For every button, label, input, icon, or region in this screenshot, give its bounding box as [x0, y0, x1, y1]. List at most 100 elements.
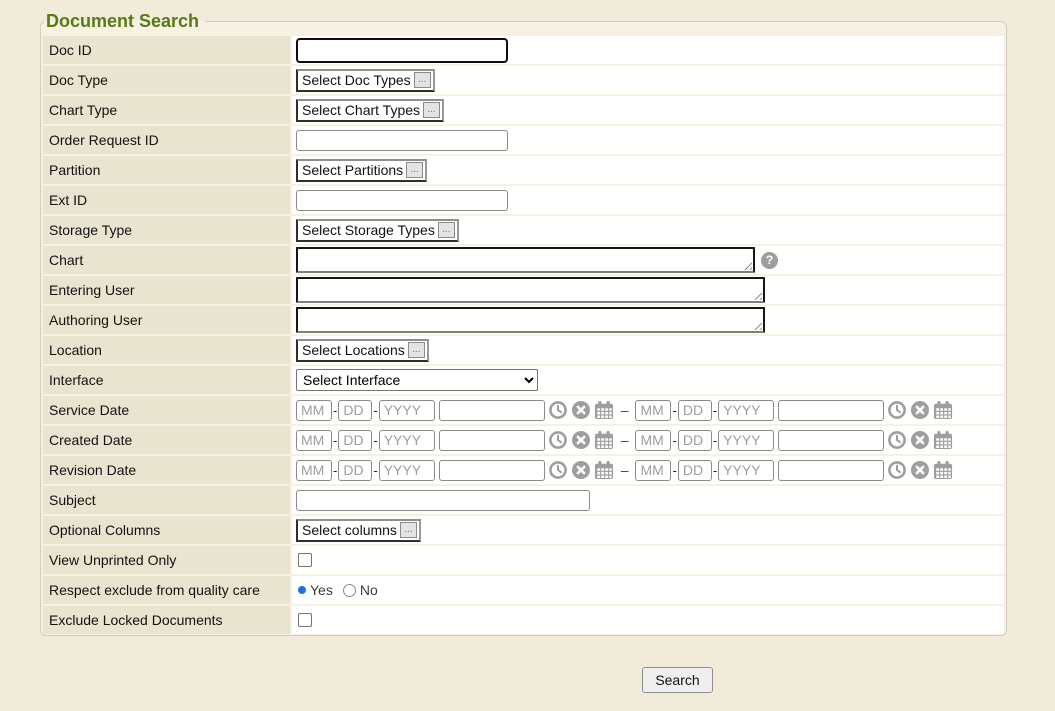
day-input[interactable]	[338, 430, 372, 451]
storage-types-picker[interactable]: Select Storage Types ...	[296, 219, 459, 242]
year-input[interactable]	[379, 460, 435, 481]
exclude-locked-checkbox[interactable]	[298, 613, 312, 627]
calendar-icon[interactable]	[594, 460, 614, 480]
form-row-chart: Chart ?	[43, 246, 1004, 274]
field-label: Revision Date	[43, 456, 290, 484]
month-input[interactable]	[296, 460, 332, 481]
resize-grip-icon[interactable]	[743, 261, 752, 270]
date-field-separator: -	[713, 463, 717, 478]
field-label: Order Request ID	[43, 126, 290, 154]
ellipsis-button[interactable]: ...	[423, 102, 440, 118]
field-label: Doc ID	[43, 36, 290, 64]
columns-picker[interactable]: Select columns ...	[296, 519, 421, 542]
field-label: Interface	[43, 366, 290, 394]
year-input[interactable]	[379, 400, 435, 421]
time-input[interactable]	[439, 460, 545, 481]
clear-icon[interactable]	[571, 430, 591, 450]
year-input[interactable]	[718, 400, 774, 421]
field-label: Respect exclude from quality care	[43, 576, 290, 604]
calendar-icon[interactable]	[594, 400, 614, 420]
doc-types-picker[interactable]: Select Doc Types ...	[296, 69, 435, 92]
chart-textarea[interactable]	[296, 247, 755, 273]
chart-types-picker[interactable]: Select Chart Types ...	[296, 99, 444, 122]
day-input[interactable]	[338, 400, 372, 421]
form-row-authoring-user: Authoring User	[43, 306, 1004, 334]
clear-icon[interactable]	[910, 400, 930, 420]
form-row-order-request-id: Order Request ID	[43, 126, 1004, 154]
resize-grip-icon[interactable]	[753, 291, 762, 300]
locations-picker[interactable]: Select Locations ...	[296, 339, 429, 362]
time-input[interactable]	[778, 460, 884, 481]
time-input[interactable]	[439, 430, 545, 451]
form-row-view-unprinted: View Unprinted Only	[43, 546, 1004, 574]
picker-label: Select Locations	[302, 342, 405, 358]
date-input-group: - -	[635, 460, 953, 481]
calendar-icon[interactable]	[933, 400, 953, 420]
time-input[interactable]	[778, 400, 884, 421]
ellipsis-button[interactable]: ...	[406, 162, 423, 178]
order-request-id-input[interactable]	[296, 130, 508, 151]
quality-care-yes-radio[interactable]	[298, 586, 306, 594]
clear-icon[interactable]	[910, 460, 930, 480]
calendar-icon[interactable]	[594, 430, 614, 450]
subject-input[interactable]	[296, 490, 590, 511]
year-input[interactable]	[718, 430, 774, 451]
clear-icon[interactable]	[571, 460, 591, 480]
interface-select[interactable]: Select Interface	[296, 369, 538, 391]
year-input[interactable]	[379, 430, 435, 451]
form-row-optional-columns: Optional Columns Select columns ...	[43, 516, 1004, 544]
month-input[interactable]	[296, 400, 332, 421]
month-input[interactable]	[296, 430, 332, 451]
ext-id-input[interactable]	[296, 190, 508, 211]
date-field-separator: -	[672, 403, 676, 418]
authoring-user-textarea[interactable]	[296, 307, 765, 333]
clear-icon[interactable]	[910, 430, 930, 450]
ellipsis-button[interactable]: ...	[414, 72, 431, 88]
form-row-doc-type: Doc Type Select Doc Types ...	[43, 66, 1004, 94]
date-field-separator: -	[333, 433, 337, 448]
form-row-quality-care: Respect exclude from quality care Yes No	[43, 576, 1004, 604]
calendar-icon[interactable]	[933, 430, 953, 450]
clock-icon[interactable]	[548, 430, 568, 450]
ellipsis-button[interactable]: ...	[400, 522, 417, 538]
clear-icon[interactable]	[571, 400, 591, 420]
month-input[interactable]	[635, 430, 671, 451]
date-range-separator: –	[621, 462, 629, 478]
ellipsis-button[interactable]: ...	[408, 342, 425, 358]
help-icon[interactable]: ?	[761, 252, 778, 269]
clock-icon[interactable]	[887, 460, 907, 480]
date-field-separator: -	[672, 463, 676, 478]
calendar-icon[interactable]	[933, 460, 953, 480]
day-input[interactable]	[338, 460, 372, 481]
search-button[interactable]: Search	[642, 667, 713, 693]
view-unprinted-checkbox[interactable]	[298, 553, 312, 567]
form-row-service-date: Service Date - -	[43, 396, 1004, 424]
radio-label-yes: Yes	[310, 582, 333, 598]
date-input-group: - -	[635, 400, 953, 421]
time-input[interactable]	[439, 400, 545, 421]
day-input[interactable]	[678, 400, 712, 421]
day-input[interactable]	[678, 460, 712, 481]
field-label: Authoring User	[43, 306, 290, 334]
month-input[interactable]	[635, 460, 671, 481]
clock-icon[interactable]	[548, 460, 568, 480]
clock-icon[interactable]	[887, 400, 907, 420]
doc-id-input[interactable]	[296, 38, 508, 63]
clock-icon[interactable]	[548, 400, 568, 420]
year-input[interactable]	[718, 460, 774, 481]
resize-grip-icon[interactable]	[753, 321, 762, 330]
day-input[interactable]	[678, 430, 712, 451]
quality-care-no-radio[interactable]	[343, 584, 356, 597]
date-range-separator: –	[621, 402, 629, 418]
partitions-picker[interactable]: Select Partitions ...	[296, 159, 427, 182]
field-label: Exclude Locked Documents	[43, 606, 290, 634]
date-input-group: - -	[296, 400, 614, 421]
field-label: Entering User	[43, 276, 290, 304]
form-row-partition: Partition Select Partitions ...	[43, 156, 1004, 184]
ellipsis-button[interactable]: ...	[438, 222, 455, 238]
clock-icon[interactable]	[887, 430, 907, 450]
form-row-location: Location Select Locations ...	[43, 336, 1004, 364]
month-input[interactable]	[635, 400, 671, 421]
entering-user-textarea[interactable]	[296, 277, 765, 303]
time-input[interactable]	[778, 430, 884, 451]
